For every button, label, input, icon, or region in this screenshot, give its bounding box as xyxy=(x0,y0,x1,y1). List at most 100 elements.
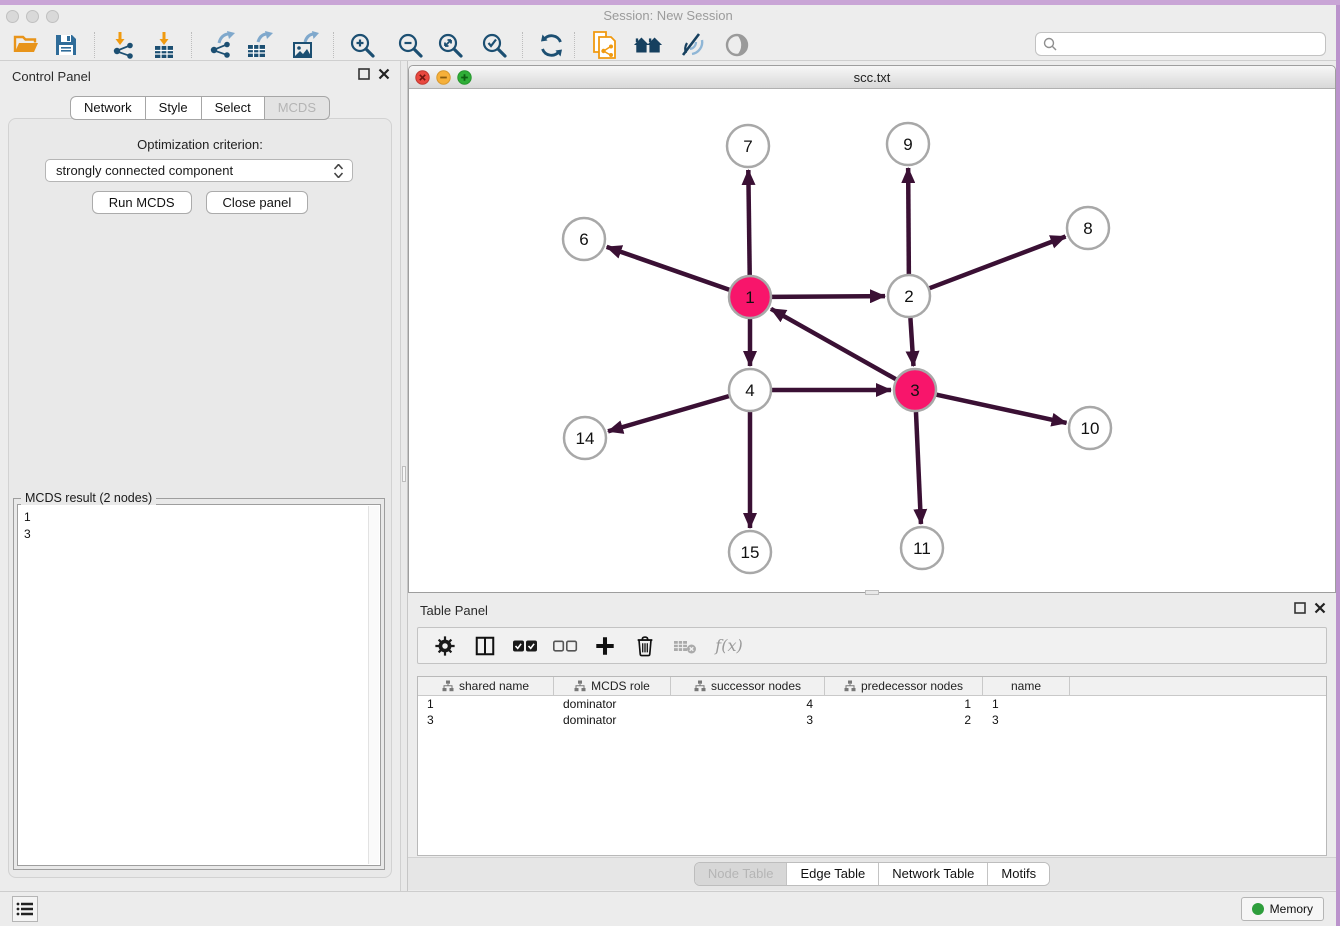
table-header-row: shared nameMCDS rolesuccessor nodes prede… xyxy=(418,677,1326,696)
table-row[interactable]: 1dominator411 xyxy=(418,696,1326,712)
tab-mcds[interactable]: MCDS xyxy=(265,96,330,120)
network-from-file-button[interactable] xyxy=(590,30,620,60)
export-network-icon xyxy=(207,31,235,59)
cell-name[interactable]: 1 xyxy=(983,696,1070,712)
mcds-result-textarea[interactable]: 13 xyxy=(17,504,381,866)
edge-2-8[interactable] xyxy=(930,237,1066,289)
edge-2-9[interactable] xyxy=(908,168,909,274)
search-input[interactable] xyxy=(1059,35,1325,53)
zoom-in-icon xyxy=(349,32,376,59)
optimization-criterion-value: strongly connected component xyxy=(56,163,233,178)
export-table-button[interactable] xyxy=(244,30,274,60)
mcds-result-title: MCDS result (2 nodes) xyxy=(21,491,156,505)
cell-successor-nodes[interactable]: 4 xyxy=(671,696,825,712)
column-visibility-button[interactable] xyxy=(472,633,498,659)
open-folder-icon xyxy=(12,31,40,59)
column-type-icon xyxy=(574,680,586,692)
cell-mcds-role[interactable]: dominator xyxy=(554,712,671,728)
panel-splitter[interactable] xyxy=(400,61,408,891)
zoom-in-button[interactable] xyxy=(347,30,377,60)
toolbar-separator xyxy=(522,32,523,58)
cell-mcds-role[interactable]: dominator xyxy=(554,696,671,712)
function-builder-button[interactable]: f(x) xyxy=(712,633,746,659)
network-canvas[interactable]: 7968124314101511 xyxy=(409,89,1335,592)
close-panel-icon[interactable] xyxy=(378,68,390,80)
mcds-result-lines: 13 xyxy=(24,509,364,543)
table-footer: Node TableEdge TableNetwork TableMotifs xyxy=(408,857,1336,890)
column-header-successor-nodes[interactable]: successor nodes xyxy=(671,677,825,695)
float-panel-icon[interactable] xyxy=(358,68,370,80)
node-label-1: 1 xyxy=(745,288,754,307)
edge-1-7[interactable] xyxy=(748,170,749,275)
close-panel-button[interactable]: Close panel xyxy=(206,191,309,214)
unchecked-boxes-icon xyxy=(552,637,578,655)
edge-3-10[interactable] xyxy=(936,395,1066,423)
tab-network-table[interactable]: Network Table xyxy=(879,863,988,885)
edge-1-6[interactable] xyxy=(607,247,730,290)
edge-4-14[interactable] xyxy=(608,396,729,431)
tab-edge-table[interactable]: Edge Table xyxy=(787,863,879,885)
result-scrollbar[interactable] xyxy=(368,506,379,864)
add-column-button[interactable] xyxy=(592,633,618,659)
splitter-handle[interactable] xyxy=(402,466,406,482)
memory-button[interactable]: Memory xyxy=(1241,897,1324,921)
zoom-fit-button[interactable] xyxy=(435,30,465,60)
export-image-button[interactable] xyxy=(290,30,320,60)
network-window-titlebar[interactable]: scc.txt xyxy=(409,66,1335,89)
apply-layout-button[interactable] xyxy=(536,30,566,60)
zoom-out-button[interactable] xyxy=(395,30,425,60)
open-file-button[interactable] xyxy=(11,30,41,60)
search-field[interactable] xyxy=(1035,32,1326,56)
control-panel-title: Control Panel xyxy=(12,69,91,84)
main-toolbar xyxy=(0,28,1336,61)
edge-2-3[interactable] xyxy=(910,318,913,366)
cell-shared-name[interactable]: 1 xyxy=(418,696,554,712)
zoom-selected-button[interactable] xyxy=(479,30,509,60)
trash-icon xyxy=(634,635,656,657)
delete-column-button[interactable] xyxy=(632,633,658,659)
task-history-button[interactable] xyxy=(12,896,38,922)
column-header-shared-name[interactable]: shared name xyxy=(418,677,554,695)
tab-select[interactable]: Select xyxy=(202,96,265,120)
cell-name[interactable]: 3 xyxy=(983,712,1070,728)
cell-shared-name[interactable]: 3 xyxy=(418,712,554,728)
optimization-criterion-select[interactable]: strongly connected component xyxy=(45,159,353,182)
home-view-button[interactable] xyxy=(633,30,663,60)
node-label-15: 15 xyxy=(741,543,760,562)
cell-predecessor-nodes[interactable]: 2 xyxy=(825,712,983,728)
edge-1-2[interactable] xyxy=(772,296,885,297)
table-settings-button[interactable] xyxy=(432,633,458,659)
column-header-name[interactable]: name xyxy=(983,677,1070,695)
tab-style[interactable]: Style xyxy=(146,96,202,120)
show-graphics-button[interactable] xyxy=(722,30,752,60)
optimization-criterion-label: Optimization criterion: xyxy=(9,137,391,152)
hide-graphics-button[interactable] xyxy=(677,30,707,60)
delete-table-button[interactable] xyxy=(672,633,698,659)
edge-3-1[interactable] xyxy=(771,309,896,379)
table-rows: 1dominator4113dominator323 xyxy=(418,696,1326,728)
export-network-button[interactable] xyxy=(206,30,236,60)
edge-3-11[interactable] xyxy=(916,412,921,524)
close-table-panel-icon[interactable] xyxy=(1314,602,1326,614)
columns-icon xyxy=(474,635,496,657)
save-session-button[interactable] xyxy=(51,30,81,60)
import-table-button[interactable] xyxy=(149,30,179,60)
column-header-mcds-role[interactable]: MCDS role xyxy=(554,677,671,695)
column-label: predecessor nodes xyxy=(861,679,963,693)
select-all-button[interactable] xyxy=(512,633,538,659)
cell-successor-nodes[interactable]: 3 xyxy=(671,712,825,728)
network-file-icon xyxy=(590,30,620,60)
column-header-predecessor-nodes[interactable]: predecessor nodes xyxy=(825,677,983,695)
deselect-all-button[interactable] xyxy=(552,633,578,659)
import-network-button[interactable] xyxy=(109,30,139,60)
cell-predecessor-nodes[interactable]: 1 xyxy=(825,696,983,712)
tab-node-table[interactable]: Node Table xyxy=(695,863,788,885)
run-mcds-button[interactable]: Run MCDS xyxy=(92,191,192,214)
table-row[interactable]: 3dominator323 xyxy=(418,712,1326,728)
table-tabs: Node TableEdge TableNetwork TableMotifs xyxy=(694,862,1050,886)
float-table-panel-icon[interactable] xyxy=(1294,602,1306,614)
app-titlebar[interactable]: Session: New Session xyxy=(0,5,1336,28)
column-label: name xyxy=(1011,679,1041,693)
tab-motifs[interactable]: Motifs xyxy=(988,863,1049,885)
tab-network[interactable]: Network xyxy=(70,96,146,120)
